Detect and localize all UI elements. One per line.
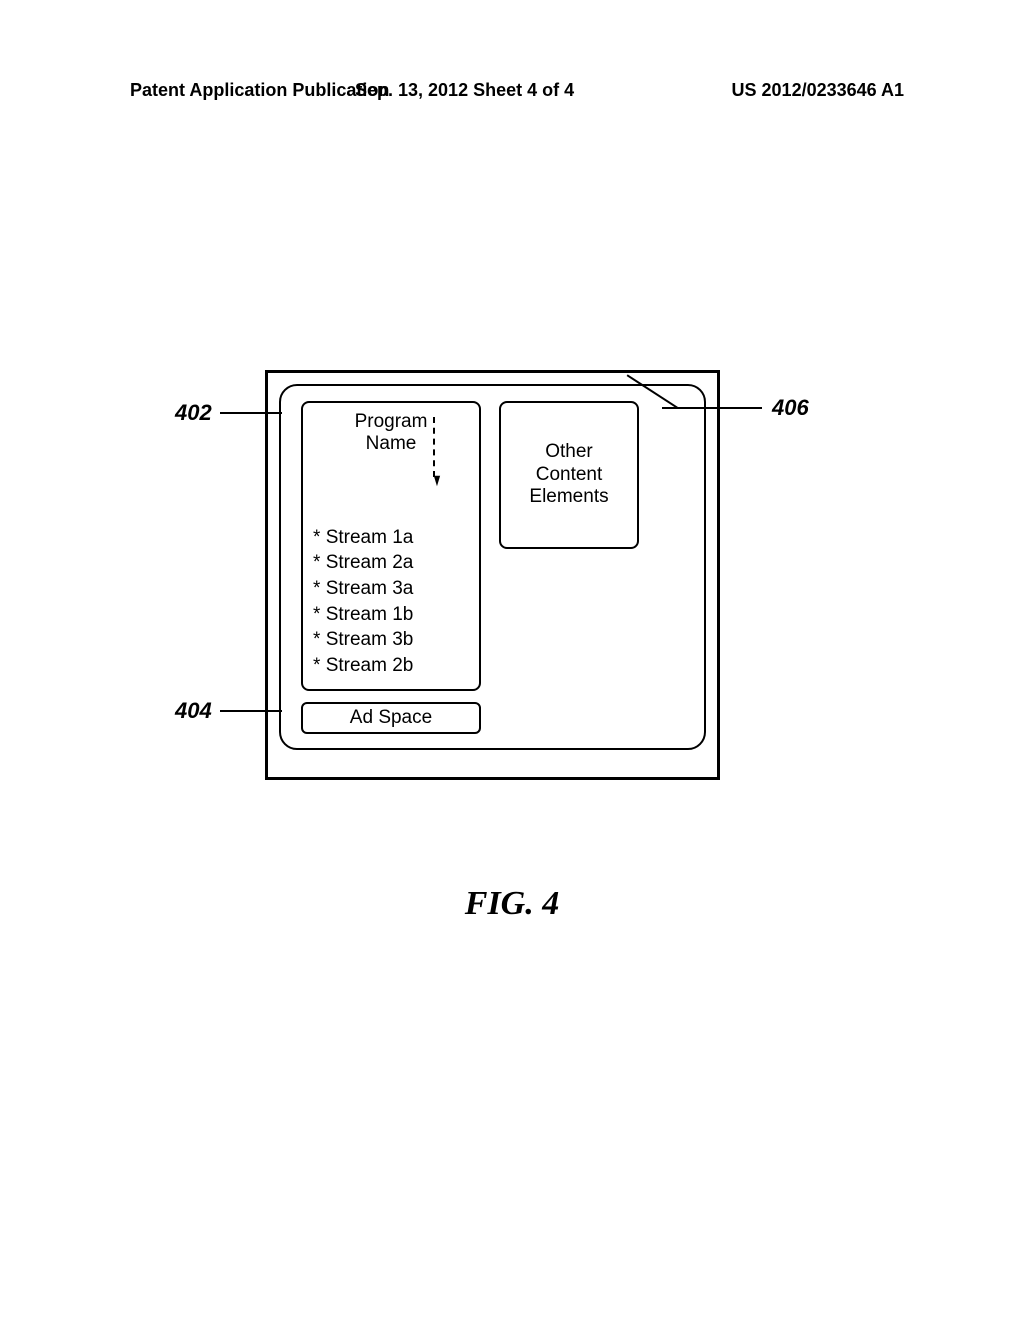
callout-406: 406 bbox=[772, 395, 809, 421]
ad-space-label: Ad Space bbox=[350, 707, 432, 729]
screen-area: Program Name ▼ Stream 1a Stream 2a Strea… bbox=[279, 384, 706, 750]
callout-402: 402 bbox=[175, 400, 212, 426]
stream-item: Stream 3b bbox=[313, 627, 469, 653]
figure-caption: FIG. 4 bbox=[0, 885, 1024, 923]
stream-list: Stream 1a Stream 2a Stream 3a Stream 1b … bbox=[313, 525, 469, 679]
header-sheet-info: Sep. 13, 2012 Sheet 4 of 4 bbox=[355, 80, 574, 101]
program-title-l2: Name bbox=[313, 433, 469, 455]
other-content-panel: Other Content Elements bbox=[499, 401, 639, 549]
stream-item: Stream 2b bbox=[313, 653, 469, 679]
callout-404: 404 bbox=[175, 698, 212, 724]
stream-item: Stream 3a bbox=[313, 576, 469, 602]
program-title: Program Name bbox=[313, 411, 469, 455]
header-pubnum: US 2012/0233646 A1 bbox=[732, 80, 904, 101]
stream-item: Stream 1b bbox=[313, 602, 469, 628]
other-content-l3: Elements bbox=[529, 486, 608, 509]
device-outline: Program Name ▼ Stream 1a Stream 2a Strea… bbox=[265, 370, 720, 780]
other-content-l1: Other bbox=[529, 441, 608, 464]
header-left: Patent Application Publication bbox=[130, 80, 389, 101]
program-title-l1: Program bbox=[313, 411, 469, 433]
other-content-l2: Content bbox=[529, 464, 608, 487]
stream-item: Stream 1a bbox=[313, 525, 469, 551]
ad-space-box: Ad Space bbox=[301, 702, 481, 734]
dropdown-arrow-icon: ▼ bbox=[431, 417, 437, 497]
stream-item: Stream 2a bbox=[313, 550, 469, 576]
program-panel: Program Name ▼ Stream 1a Stream 2a Strea… bbox=[301, 401, 481, 691]
page-header: Patent Application Publication Sep. 13, … bbox=[0, 80, 1024, 101]
